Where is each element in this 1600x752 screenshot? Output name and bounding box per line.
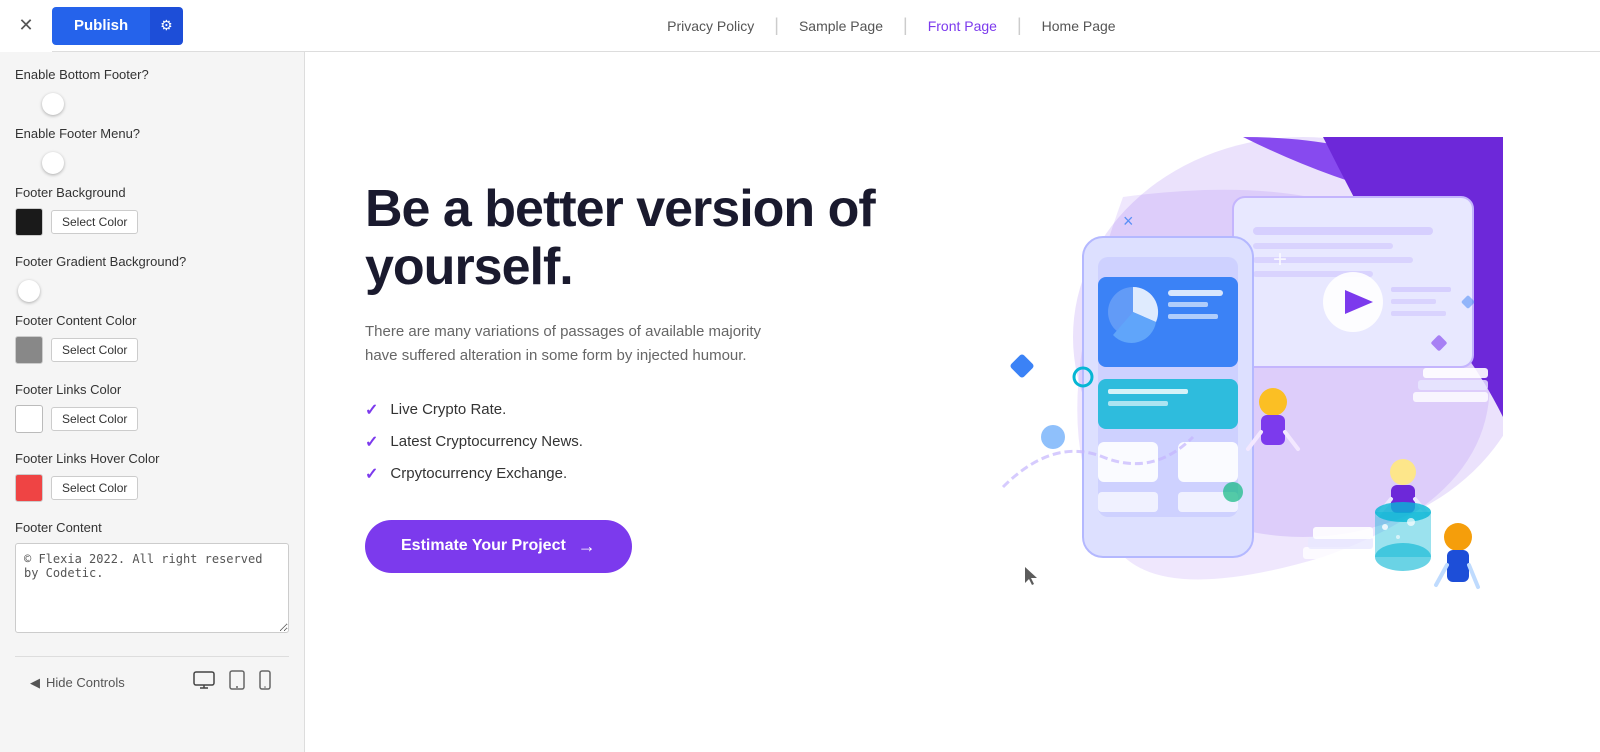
footer-gradient-label: Footer Gradient Background?	[15, 254, 289, 269]
main-layout: Enable Bottom Footer? Enable Footer Menu…	[0, 52, 1600, 752]
hero-section: Be a better version of yourself. There a…	[305, 52, 1600, 702]
top-nav-sample-page[interactable]: Sample Page	[779, 18, 903, 34]
footer-background-swatch[interactable]	[15, 208, 43, 236]
hero-svg: + ×	[923, 137, 1503, 617]
footer-links-color-row: Select Color	[15, 405, 289, 433]
estimate-project-arrow: →	[578, 536, 596, 557]
hero-list-item-2: ✓ Latest Cryptocurrency News.	[365, 432, 885, 452]
setting-enable-bottom-footer: Enable Bottom Footer?	[15, 67, 289, 108]
publish-button[interactable]: Publish	[52, 7, 150, 45]
footer-content-label: Footer Content	[15, 520, 289, 535]
hero-list-item-3-text: Crpytocurrency Exchange.	[390, 465, 567, 482]
footer-gradient-thumb	[18, 280, 40, 302]
hero-content: Be a better version of yourself. There a…	[365, 181, 885, 572]
footer-content-color-row: Select Color	[15, 336, 289, 364]
mobile-icon[interactable]	[256, 667, 274, 698]
setting-footer-gradient: Footer Gradient Background?	[15, 254, 289, 295]
footer-links-color-select[interactable]: Select Color	[51, 407, 138, 431]
footer-links-hover-color-label: Footer Links Hover Color	[15, 451, 289, 466]
hero-list-item-1: ✓ Live Crypto Rate.	[365, 400, 885, 420]
svg-text:+: +	[1273, 246, 1287, 273]
footer-background-color-row: Select Color	[15, 208, 289, 236]
check-icon-3: ✓	[365, 464, 378, 484]
top-toolbar: ✕ Publish ⚙ Privacy Policy | Sample Page…	[0, 0, 1600, 52]
device-icons-group	[190, 667, 274, 698]
svg-text:×: ×	[1123, 211, 1134, 231]
hero-title: Be a better version of yourself.	[365, 181, 885, 295]
footer-links-hover-color-row: Select Color	[15, 474, 289, 502]
hero-list-item-3: ✓ Crpytocurrency Exchange.	[365, 464, 885, 484]
hero-list-item-1-text: Live Crypto Rate.	[390, 401, 506, 418]
top-navigation: Privacy Policy | Sample Page | Front Pag…	[183, 15, 1600, 36]
setting-footer-links-hover-color: Footer Links Hover Color Select Color	[15, 451, 289, 502]
top-nav-home-page[interactable]: Home Page	[1022, 18, 1136, 34]
left-panel-bottom: ◀ Hide Controls	[15, 656, 289, 708]
left-settings-panel: Enable Bottom Footer? Enable Footer Menu…	[0, 52, 305, 752]
top-nav-front-page[interactable]: Front Page	[908, 18, 1017, 34]
publish-settings-button[interactable]: ⚙	[150, 7, 183, 45]
setting-footer-content: Footer Content © Flexia 2022. All right …	[15, 520, 289, 638]
setting-enable-footer-menu: Enable Footer Menu?	[15, 126, 289, 167]
close-button[interactable]: ✕	[0, 0, 52, 52]
footer-content-color-select[interactable]: Select Color	[51, 338, 138, 362]
estimate-project-label: Estimate Your Project	[401, 537, 566, 555]
enable-footer-menu-label: Enable Footer Menu?	[15, 126, 289, 141]
setting-footer-links-color: Footer Links Color Select Color	[15, 382, 289, 433]
hero-list-item-2-text: Latest Cryptocurrency News.	[390, 433, 583, 450]
hero-subtitle: There are many variations of passages of…	[365, 320, 785, 368]
hero-illustration: + ×	[885, 127, 1540, 627]
estimate-project-button[interactable]: Estimate Your Project →	[365, 520, 632, 573]
footer-links-hover-color-select[interactable]: Select Color	[51, 476, 138, 500]
preview-area: Be a better version of yourself. There a…	[305, 52, 1600, 752]
footer-background-label: Footer Background	[15, 185, 289, 200]
hide-controls-button[interactable]: ◀ Hide Controls	[30, 675, 125, 691]
check-icon-2: ✓	[365, 432, 378, 452]
hero-list: ✓ Live Crypto Rate. ✓ Latest Cryptocurre…	[365, 400, 885, 484]
setting-footer-content-color: Footer Content Color Select Color	[15, 313, 289, 364]
footer-links-color-swatch[interactable]	[15, 405, 43, 433]
publish-area: Publish ⚙	[52, 7, 183, 45]
hide-controls-label: Hide Controls	[46, 675, 125, 690]
footer-content-color-swatch[interactable]	[15, 336, 43, 364]
tablet-icon[interactable]	[226, 667, 248, 698]
enable-bottom-footer-label: Enable Bottom Footer?	[15, 67, 289, 82]
top-nav-privacy-policy[interactable]: Privacy Policy	[647, 18, 774, 34]
enable-footer-menu-thumb	[42, 152, 64, 174]
desktop-icon[interactable]	[190, 668, 218, 697]
setting-footer-background: Footer Background Select Color	[15, 185, 289, 236]
footer-content-textarea[interactable]: © Flexia 2022. All right reserved by Cod…	[15, 543, 289, 633]
footer-content-color-label: Footer Content Color	[15, 313, 289, 328]
hide-controls-icon: ◀	[30, 675, 40, 691]
footer-background-select-color[interactable]: Select Color	[51, 210, 138, 234]
enable-bottom-footer-thumb	[42, 93, 64, 115]
footer-links-hover-color-swatch[interactable]	[15, 474, 43, 502]
footer-links-color-label: Footer Links Color	[15, 382, 289, 397]
check-icon-1: ✓	[365, 400, 378, 420]
